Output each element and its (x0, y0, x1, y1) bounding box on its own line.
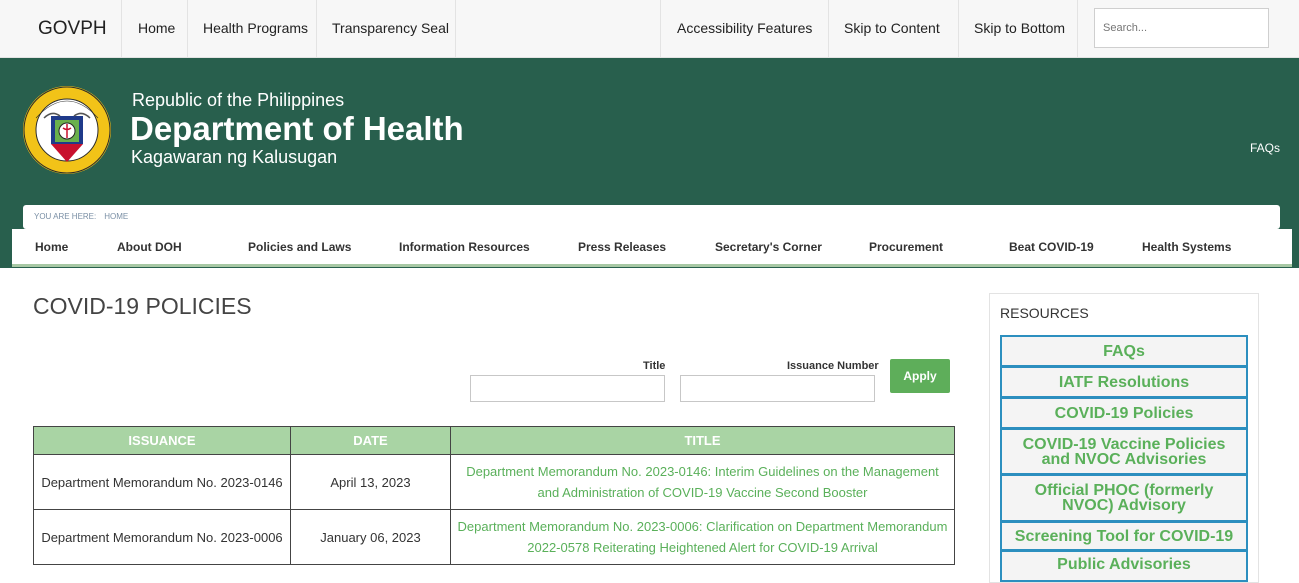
divider (660, 0, 661, 57)
column-header-issuance[interactable]: ISSUANCE (33, 426, 291, 455)
resource-vaccine-policies[interactable]: COVID-19 Vaccine Policies and NVOC Advis… (1000, 428, 1248, 475)
column-header-title[interactable]: TITLE (450, 426, 955, 455)
header-kagawaran: Kagawaran ng Kalusugan (131, 147, 338, 167)
divider (828, 0, 829, 57)
divider (455, 0, 456, 57)
topbar-link-skip-bottom[interactable]: Skip to Bottom (974, 0, 1065, 57)
nav-information-resources[interactable]: Information Resources (399, 240, 530, 254)
date-cell: January 06, 2023 (290, 509, 451, 565)
issuance-number-input[interactable] (680, 375, 875, 402)
topbar-link-accessibility[interactable]: Accessibility Features (677, 0, 812, 57)
filter-title-label: Title (643, 360, 666, 372)
main-nav: Home About DOH Policies and Laws Informa… (12, 229, 1292, 267)
date-cell: April 13, 2023 (290, 454, 451, 510)
search-input[interactable] (1094, 8, 1269, 48)
policies-table: ISSUANCE DATE TITLE Department Memorandu… (33, 426, 955, 565)
govph-topbar: GOVPH Home Health Programs Transparency … (0, 0, 1299, 58)
resource-public-advisories[interactable]: Public Advisories (1000, 550, 1248, 582)
title-link[interactable]: Department Memorandum No. 2023-0146: Int… (450, 454, 955, 510)
apply-button[interactable]: Apply (890, 359, 950, 393)
topbar-link-transparency-seal[interactable]: Transparency Seal (332, 0, 449, 57)
filter-number-label: Issuance Number (787, 360, 879, 372)
doh-seal-logo[interactable] (22, 80, 112, 180)
page-title: COVID-19 POLICIES (33, 293, 252, 319)
resource-screening-tool[interactable]: Screening Tool for COVID-19 (1000, 521, 1248, 551)
header-faqs-link[interactable]: FAQs (1250, 141, 1280, 155)
nav-home[interactable]: Home (35, 240, 68, 254)
column-header-date[interactable]: DATE (290, 426, 451, 455)
resources-title: RESOURCES (1000, 305, 1089, 321)
nav-policies-and-laws[interactable]: Policies and Laws (248, 240, 351, 254)
title-link[interactable]: Department Memorandum No. 2023-0006: Cla… (450, 509, 955, 565)
issuance-cell: Department Memorandum No. 2023-0006 (33, 509, 291, 565)
topbar-link-skip-content[interactable]: Skip to Content (844, 0, 940, 57)
header-republic: Republic of the Philippines (132, 90, 345, 110)
divider (958, 0, 959, 57)
title-filter-input[interactable] (470, 375, 665, 402)
topbar-link-home[interactable]: Home (138, 0, 175, 57)
breadcrumb-home-link[interactable]: HOME (104, 212, 128, 221)
topbar-link-health-programs[interactable]: Health Programs (203, 0, 308, 57)
table-row: Department Memorandum No. 2023-0146 Apri… (33, 454, 955, 510)
table-row: Department Memorandum No. 2023-0006 Janu… (33, 509, 955, 565)
nav-procurement[interactable]: Procurement (869, 240, 943, 254)
table-header-row: ISSUANCE DATE TITLE (33, 426, 955, 455)
divider (187, 0, 188, 57)
resource-faqs[interactable]: FAQs (1000, 335, 1248, 367)
resource-covid-policies[interactable]: COVID-19 Policies (1000, 397, 1248, 429)
issuance-cell: Department Memorandum No. 2023-0146 (33, 454, 291, 510)
divider (1077, 0, 1078, 57)
header-department-name[interactable]: Department of Health (130, 110, 464, 148)
govph-link[interactable]: GOVPH (38, 18, 107, 40)
nav-secretarys-corner[interactable]: Secretary's Corner (715, 240, 822, 254)
divider (316, 0, 317, 57)
nav-health-systems[interactable]: Health Systems (1142, 240, 1231, 254)
resource-phoc-advisory[interactable]: Official PHOC (formerly NVOC) Advisory (1000, 474, 1248, 522)
breadcrumb-label: YOU ARE HERE: (34, 212, 97, 221)
nav-press-releases[interactable]: Press Releases (578, 240, 666, 254)
nav-about-doh[interactable]: About DOH (117, 240, 182, 254)
breadcrumb: YOU ARE HERE: HOME (23, 205, 1280, 229)
divider (121, 0, 122, 57)
nav-beat-covid[interactable]: Beat COVID-19 (1009, 240, 1094, 254)
resource-iatf-resolutions[interactable]: IATF Resolutions (1000, 366, 1248, 398)
